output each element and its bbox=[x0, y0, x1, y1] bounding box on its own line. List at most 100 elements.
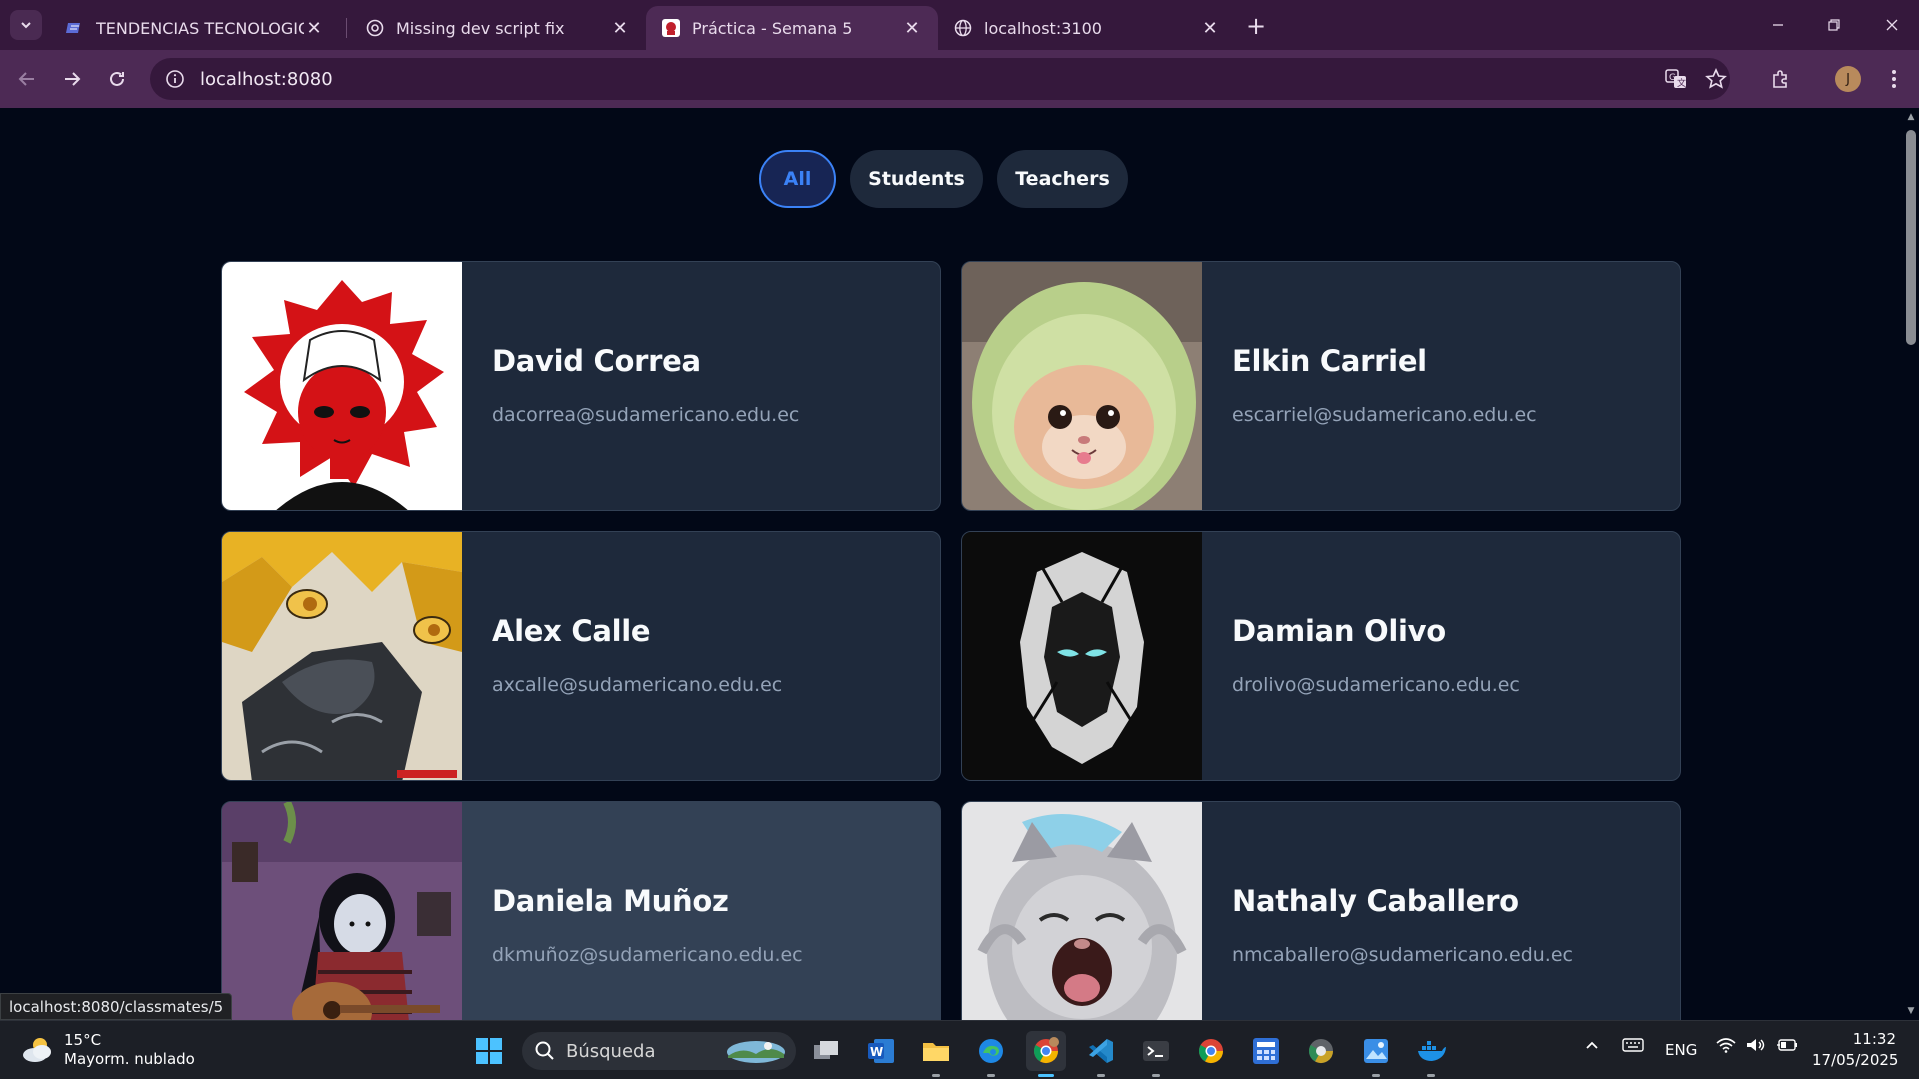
battery-icon[interactable] bbox=[1776, 1037, 1798, 1057]
site-info-icon[interactable] bbox=[164, 68, 186, 90]
clock-date: 17/05/2025 bbox=[1812, 1051, 1899, 1069]
cloudy-sun-icon bbox=[23, 1038, 51, 1062]
taskbar-search-box[interactable]: Búsqueda bbox=[522, 1032, 796, 1070]
svg-text:文: 文 bbox=[1677, 77, 1686, 89]
folder-icon bbox=[923, 1043, 949, 1061]
extensions-icon[interactable] bbox=[1765, 63, 1797, 95]
classmate-name: David Correa bbox=[492, 344, 701, 378]
more-menu-icon[interactable] bbox=[1878, 63, 1910, 95]
tab-separator bbox=[346, 18, 347, 38]
task-view-button[interactable] bbox=[806, 1031, 846, 1071]
tab-localhost-3100[interactable]: localhost:3100 ✕ bbox=[938, 6, 1236, 50]
task-view-icon bbox=[814, 1041, 838, 1059]
windows-logo-icon bbox=[476, 1038, 502, 1064]
page-scrollbar[interactable]: ▲ ▼ bbox=[1903, 108, 1919, 1020]
minimize-button[interactable] bbox=[1758, 8, 1798, 42]
close-icon[interactable]: ✕ bbox=[610, 18, 630, 39]
tab-tendencias[interactable]: TENDENCIAS TECNOLOGICAS - ✕ bbox=[50, 6, 340, 50]
profile-photo bbox=[222, 802, 462, 1020]
weather-widget[interactable]: 15°C Mayorm. nublado bbox=[20, 1031, 195, 1069]
running-indicator bbox=[987, 1074, 995, 1077]
reload-button[interactable] bbox=[100, 62, 134, 96]
close-window-button[interactable] bbox=[1872, 8, 1912, 42]
scroll-up-arrow-icon[interactable]: ▲ bbox=[1906, 112, 1916, 122]
classmate-email: nmcaballero@sudamericano.edu.ec bbox=[1232, 944, 1573, 966]
landscape-badge-icon bbox=[727, 1041, 785, 1063]
weather-description: Mayorm. nublado bbox=[64, 1050, 195, 1068]
chrome-alt-app[interactable] bbox=[1301, 1031, 1341, 1071]
system-clock[interactable]: 11:32 17/05/2025 bbox=[1812, 1029, 1899, 1071]
globe-icon bbox=[954, 19, 972, 37]
tab-search-button[interactable] bbox=[10, 10, 42, 40]
classmate-email: escarriel@sudamericano.edu.ec bbox=[1232, 404, 1537, 426]
classmate-card[interactable]: Alex Calle axcalle@sudamericano.edu.ec bbox=[221, 531, 941, 781]
arrow-right-icon bbox=[65, 72, 81, 86]
address-bar[interactable]: localhost:8080 bbox=[150, 58, 1730, 100]
filter-teachers-button[interactable]: Teachers bbox=[997, 150, 1128, 208]
classmate-name: Alex Calle bbox=[492, 614, 651, 648]
classmate-name: Nathaly Caballero bbox=[1232, 884, 1519, 918]
profile-photo bbox=[222, 532, 462, 780]
wifi-icon[interactable] bbox=[1716, 1037, 1736, 1057]
keyboard-icon[interactable] bbox=[1622, 1037, 1644, 1057]
translate-icon[interactable]: G文 bbox=[1660, 63, 1692, 95]
filter-students-button[interactable]: Students bbox=[850, 150, 983, 208]
profile-avatar[interactable]: J bbox=[1835, 66, 1861, 92]
edge-app[interactable] bbox=[971, 1031, 1011, 1077]
close-icon[interactable]: ✕ bbox=[902, 18, 922, 39]
calculator-grid-icon bbox=[1253, 1038, 1279, 1064]
word-app[interactable]: W bbox=[861, 1031, 901, 1071]
tab-missing-dev[interactable]: Missing dev script fix ✕ bbox=[350, 6, 646, 50]
tab-practica[interactable]: Práctica - Semana 5 ✕ bbox=[646, 6, 938, 50]
vscode-app[interactable] bbox=[1081, 1031, 1121, 1077]
input-language[interactable]: ENG bbox=[1665, 1041, 1697, 1059]
tab-title: Práctica - Semana 5 bbox=[692, 18, 853, 38]
bookmark-star-icon[interactable] bbox=[1700, 63, 1732, 95]
chrome-icon bbox=[1198, 1039, 1223, 1064]
page-viewport: All Students Teachers David Correa dacor… bbox=[0, 108, 1903, 1020]
volume-icon[interactable] bbox=[1745, 1037, 1765, 1057]
running-indicator bbox=[932, 1074, 940, 1077]
classmate-card[interactable]: Elkin Carriel escarriel@sudamericano.edu… bbox=[961, 261, 1681, 511]
classmate-name: Elkin Carriel bbox=[1232, 344, 1427, 378]
tab-strip: TENDENCIAS TECNOLOGICAS - ✕ Missing dev … bbox=[0, 0, 1919, 50]
show-hidden-icons-button[interactable] bbox=[1584, 1037, 1600, 1057]
classmate-card[interactable]: David Correa dacorrea@sudamericano.edu.e… bbox=[221, 261, 941, 511]
remote-desktop-app[interactable] bbox=[1246, 1031, 1286, 1071]
search-icon bbox=[535, 1041, 554, 1060]
classmate-card[interactable]: Daniela Muñoz dkmuñoz@sudamericano.edu.e… bbox=[221, 801, 941, 1020]
start-button[interactable] bbox=[469, 1031, 509, 1071]
word-icon: W bbox=[868, 1039, 894, 1063]
classmate-card[interactable]: Damian Olivo drolivo@sudamericano.edu.ec bbox=[961, 531, 1681, 781]
taskbar: 15°C Mayorm. nublado Búsqueda W ENG 11:3… bbox=[0, 1020, 1919, 1079]
link-status-bubble: localhost:8080/classmates/5 bbox=[0, 993, 233, 1020]
terminal-app[interactable] bbox=[1136, 1031, 1176, 1077]
forward-button[interactable] bbox=[55, 62, 89, 96]
close-icon[interactable]: ✕ bbox=[304, 18, 324, 39]
vscode-icon bbox=[1089, 1039, 1113, 1063]
file-explorer-app[interactable] bbox=[916, 1031, 956, 1077]
chrome-icon bbox=[1033, 1037, 1059, 1064]
docker-whale-icon bbox=[1418, 1041, 1446, 1061]
scroll-down-arrow-icon[interactable]: ▼ bbox=[1906, 1006, 1916, 1016]
arrow-left-icon bbox=[18, 72, 34, 86]
profile-photo bbox=[962, 262, 1202, 510]
close-icon[interactable]: ✕ bbox=[1200, 18, 1220, 39]
filter-all-button[interactable]: All bbox=[759, 150, 836, 208]
classmate-email: drolivo@sudamericano.edu.ec bbox=[1232, 674, 1520, 696]
browser-toolbar: localhost:8080 G文 J bbox=[0, 50, 1919, 108]
classmate-card[interactable]: Nathaly Caballero nmcaballero@sudamerica… bbox=[961, 801, 1681, 1020]
docker-app[interactable] bbox=[1411, 1031, 1451, 1077]
chrome-app[interactable] bbox=[1026, 1031, 1066, 1077]
classmate-email: axcalle@sudamericano.edu.ec bbox=[492, 674, 783, 696]
svg-text:W: W bbox=[870, 1045, 883, 1059]
chrome-profile-app[interactable] bbox=[1191, 1031, 1231, 1071]
new-tab-button[interactable]: + bbox=[1242, 12, 1270, 40]
chatgpt-icon bbox=[366, 19, 384, 37]
back-button[interactable] bbox=[10, 62, 44, 96]
tab-title: localhost:3100 bbox=[984, 18, 1102, 38]
restore-button[interactable] bbox=[1814, 8, 1854, 42]
scrollbar-thumb[interactable] bbox=[1906, 130, 1916, 345]
teams-icon bbox=[66, 19, 84, 37]
photos-app[interactable] bbox=[1356, 1031, 1396, 1077]
